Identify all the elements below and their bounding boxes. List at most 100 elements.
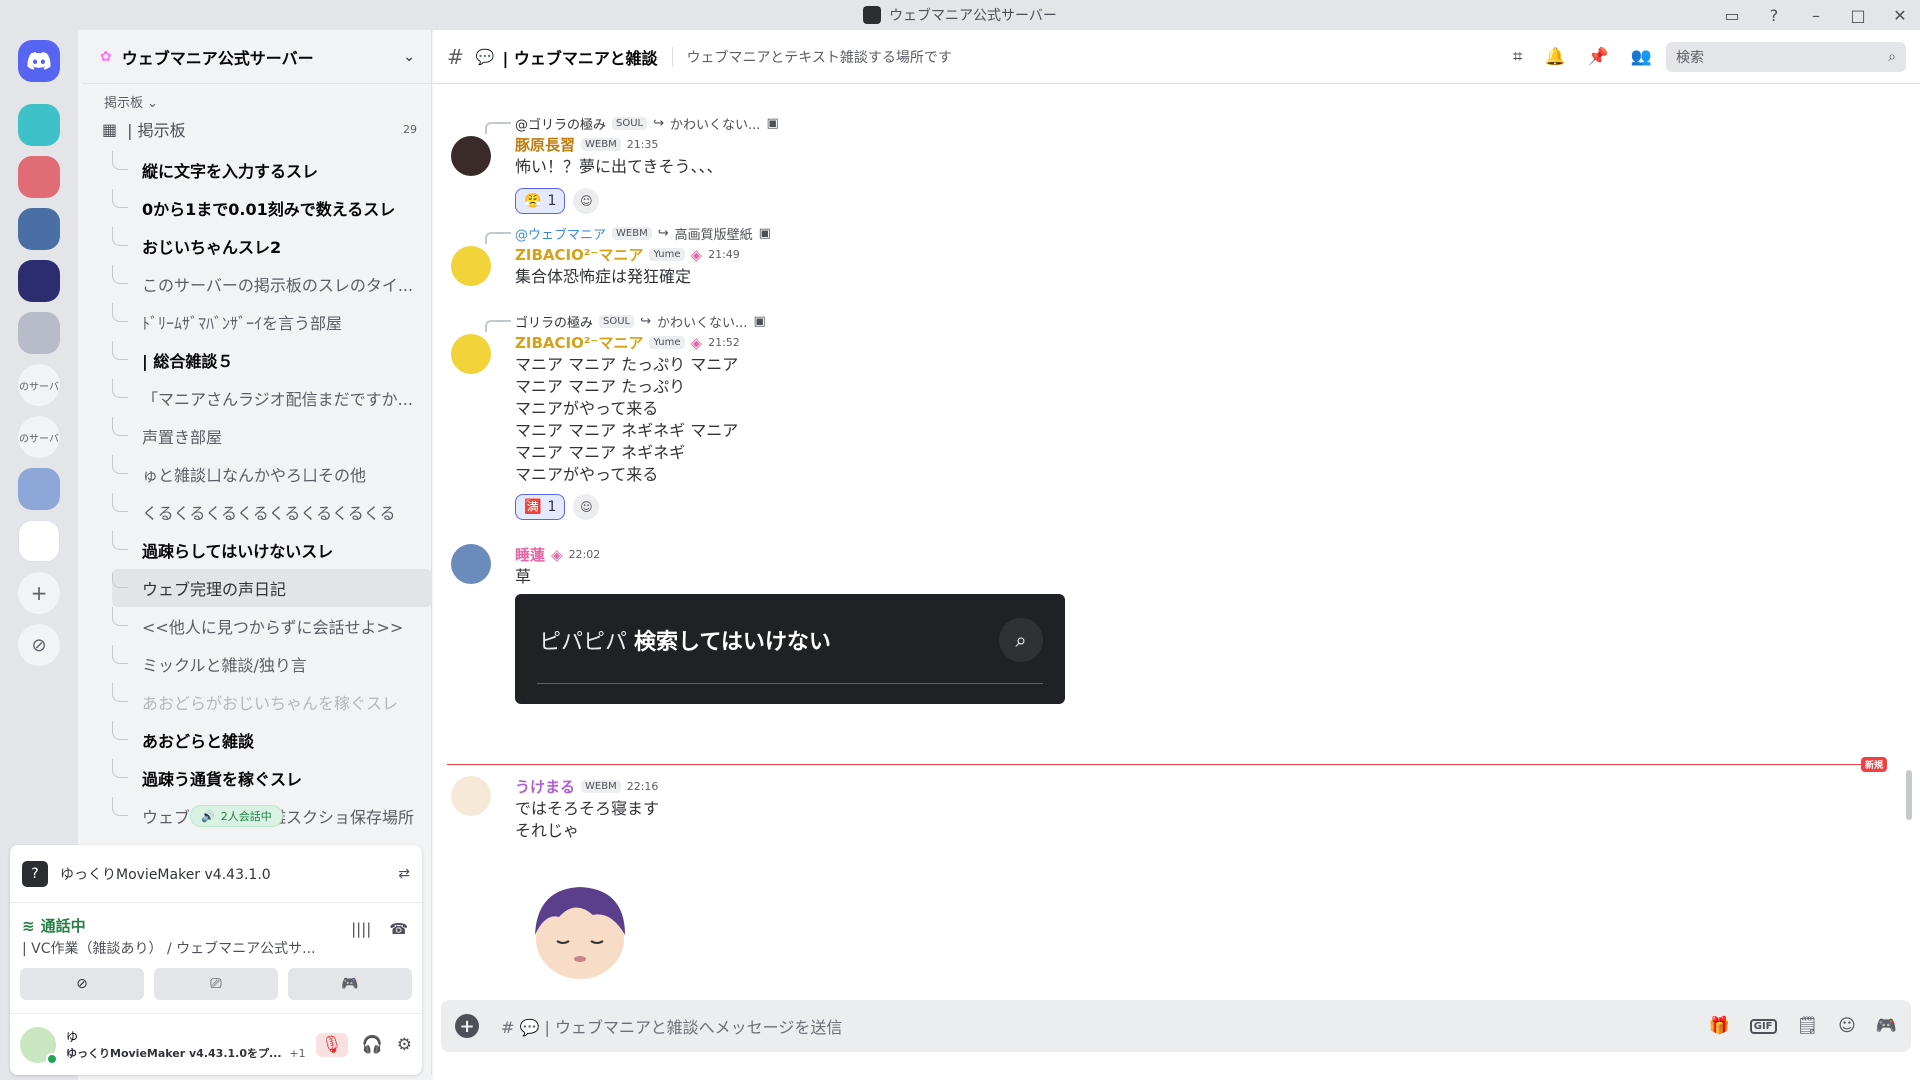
thread-item[interactable]: | 総合雑談５ bbox=[112, 341, 432, 379]
thread-item[interactable]: 縦に文字を入力するスレ bbox=[112, 151, 432, 189]
user-bar: ゆ ゆっくりMovieMaker v4.43.1.0をプ... +1 🎙 🎧 ⚙ bbox=[10, 1013, 422, 1075]
thread-label: 0から1まで0.01刻みで数えるスレ bbox=[142, 200, 396, 219]
avatar[interactable] bbox=[451, 544, 491, 584]
voice-activity-pill[interactable]: 🔊 2人会話中 bbox=[190, 805, 283, 827]
avatar[interactable] bbox=[451, 136, 491, 176]
thread-connector bbox=[112, 417, 128, 436]
author-name[interactable]: うけまる bbox=[515, 776, 575, 797]
pin-icon[interactable]: 📌 bbox=[1588, 47, 1609, 67]
screen-share-button[interactable]: ⎚ bbox=[154, 968, 278, 1000]
add-reaction-button[interactable]: ☺ bbox=[573, 494, 600, 520]
server-icon bbox=[863, 6, 882, 24]
headphones-icon[interactable]: 🎧 bbox=[362, 1035, 383, 1055]
voice-pill-text: 2人会話中 bbox=[220, 810, 272, 823]
inbox-icon[interactable]: ▭ bbox=[1722, 6, 1742, 25]
thread-item[interactable]: あおどらと雑談 bbox=[112, 721, 432, 759]
forum-breadcrumb[interactable]: 掲示板 ⌄ bbox=[82, 84, 431, 111]
threads-icon[interactable]: ⌗ bbox=[1513, 47, 1523, 67]
add-attachment-button[interactable]: + bbox=[455, 1014, 479, 1038]
thread-item[interactable]: 過疎らしてはいけないスレ bbox=[112, 531, 432, 569]
title-bar: ウェブマニア公式サーバー ▭ ? – □ ✕ bbox=[0, 0, 1920, 30]
reaction[interactable]: 😤 1 bbox=[515, 188, 566, 214]
reaction[interactable]: 🈵 1 bbox=[515, 494, 566, 520]
thread-item[interactable]: ゅと雑談ㄩなんかやろㄩその他 bbox=[112, 455, 432, 493]
thread-item[interactable]: おじいちゃんスレ2 bbox=[112, 227, 432, 265]
settings-gear-icon[interactable]: ⚙ bbox=[397, 1035, 412, 1055]
thread-item[interactable]: ウェブ完理の声日記 bbox=[112, 569, 432, 607]
author-name[interactable]: ZIBACIO²⁻マニア bbox=[515, 244, 643, 265]
thread-item[interactable]: ﾄﾞﾘｰﾑｻﾞﾏﾊﾞﾝｻﾞｰｲを言う部屋 bbox=[112, 303, 432, 341]
avatar[interactable] bbox=[20, 1026, 58, 1065]
voice-channel-name[interactable]: | VC作業（雑談あり） / ウェブマニア公式サ... bbox=[22, 938, 342, 958]
disconnect-icon[interactable]: ☎ bbox=[389, 920, 408, 938]
activity-button[interactable]: 🎮 bbox=[288, 968, 412, 1000]
help-icon[interactable]: ? bbox=[1764, 6, 1784, 25]
image-attachment[interactable]: ピパピパ 検索してはいけない ⌕ bbox=[515, 594, 1065, 704]
close-button[interactable]: ✕ bbox=[1890, 6, 1910, 25]
app-launcher-icon[interactable]: 🎮 bbox=[1876, 1016, 1897, 1036]
thread-item[interactable]: くるくるくるくるくるくるくるくる bbox=[112, 493, 432, 531]
thread-item[interactable]: 「マニアさんラジオ配信まだですか... bbox=[112, 379, 432, 417]
mic-muted-icon[interactable]: 🎙 bbox=[315, 1032, 348, 1057]
reply-preview[interactable]: ゴリラの極み SOUL ↪ かわいくない... ▣ bbox=[485, 312, 766, 332]
camera-off-button[interactable]: ⊘ bbox=[20, 968, 144, 1000]
thread-item[interactable]: <<他人に見つからずに会話せよ>> bbox=[112, 607, 432, 645]
avatar[interactable] bbox=[451, 246, 491, 286]
server-icon-1[interactable] bbox=[18, 104, 60, 146]
badge-icon: ◈ bbox=[690, 245, 703, 264]
reply-preview[interactable]: @ウェブマニア WEBM ↪ 高画質版壁紙 ▣ bbox=[485, 224, 771, 244]
message-input[interactable]: # 💬 | ウェブマニアと雑談へメッセージを送信 bbox=[501, 1014, 842, 1038]
add-reaction-button[interactable]: ☺ bbox=[573, 188, 600, 214]
minimize-button[interactable]: – bbox=[1806, 6, 1826, 25]
user-status: ゆっくりMovieMaker v4.43.1.0をプ... +1 bbox=[66, 1047, 306, 1060]
scrollbar[interactable] bbox=[1906, 770, 1912, 820]
thread-item[interactable]: このサーバーの掲示板のスレのタイ... bbox=[112, 265, 432, 303]
share-screen-icon[interactable]: ⇄ bbox=[398, 866, 410, 882]
guild-tag: Yume bbox=[649, 248, 685, 261]
gif-button[interactable]: GIF bbox=[1749, 1018, 1777, 1034]
members-icon[interactable]: 👥 bbox=[1631, 47, 1652, 67]
maximize-button[interactable]: □ bbox=[1848, 6, 1868, 25]
server-icon-5[interactable] bbox=[18, 312, 60, 354]
server-icon-7[interactable]: のサーバ bbox=[18, 416, 60, 458]
thread-item[interactable]: ミックルと雑談/独り言 bbox=[112, 645, 432, 683]
message-content: 怖い！？夢に出てきそう、、、 bbox=[515, 157, 723, 176]
reply-preview[interactable]: @ゴリラの極み SOUL ↪ かわいくない... ▣ bbox=[485, 114, 779, 134]
message-composer[interactable]: + # 💬 | ウェブマニアと雑談へメッセージを送信 🎁 GIF 🗒 ☺ 🎮 bbox=[441, 1000, 1911, 1052]
emoji-icon[interactable]: ☺ bbox=[1838, 1016, 1856, 1036]
search-input[interactable]: 検索 ⌕ bbox=[1666, 41, 1906, 72]
thread-item[interactable]: 声置き部屋 bbox=[112, 417, 432, 455]
chat-bubble-icon: 💬 bbox=[475, 47, 495, 66]
server-icon-8[interactable] bbox=[18, 468, 60, 510]
reaction-row: 😤 1 ☺ bbox=[515, 188, 600, 214]
sticker[interactable]: おやすみー bbox=[515, 848, 645, 988]
thread-item[interactable]: あおどらがおじいちゃんを稼ぐスレ bbox=[112, 683, 432, 721]
server-icon-3[interactable] bbox=[18, 208, 60, 250]
forum-channel[interactable]: ▦ | 掲示板 29 bbox=[82, 111, 431, 147]
discover-icon[interactable]: ⊘ bbox=[18, 624, 60, 666]
server-header[interactable]: ✿ ウェブマニア公式サーバー ⌄ bbox=[82, 30, 431, 84]
server-icon-4[interactable] bbox=[18, 260, 60, 302]
sticker-icon[interactable]: 🗒 bbox=[1797, 1016, 1819, 1036]
channel-topic[interactable]: ウェブマニアとテキスト雑談する場所です bbox=[687, 47, 952, 67]
add-server-button[interactable]: + bbox=[18, 572, 60, 614]
author-name[interactable]: 豚原長習 bbox=[515, 134, 575, 155]
server-icon-9[interactable] bbox=[18, 520, 60, 562]
author-name[interactable]: ZIBACIO²⁻マニア bbox=[515, 332, 643, 353]
server-icon-2[interactable] bbox=[18, 156, 60, 198]
noise-suppression-icon[interactable]: |||| bbox=[351, 920, 371, 938]
avatar[interactable] bbox=[451, 776, 491, 816]
home-button[interactable] bbox=[18, 40, 60, 82]
server-icon-6[interactable]: のサーバ bbox=[18, 364, 60, 406]
author-name[interactable]: 睡蓮 bbox=[515, 544, 545, 565]
bell-icon[interactable]: 🔔 bbox=[1544, 47, 1565, 67]
thread-connector bbox=[112, 531, 128, 550]
chevron-down-icon[interactable]: ⌄ bbox=[403, 49, 415, 65]
thread-item[interactable]: 0から1まで0.01刻みで数えるスレ bbox=[112, 189, 432, 227]
thread-label: ゅと雑談ㄩなんかやろㄩその他 bbox=[142, 466, 367, 485]
activity-row[interactable]: ? ゆっくりMovieMaker v4.43.1.0 ⇄ bbox=[10, 845, 422, 903]
message-content: ではそろそろ寝ます それじゃ bbox=[515, 799, 660, 840]
avatar[interactable] bbox=[451, 334, 491, 374]
gift-icon[interactable]: 🎁 bbox=[1709, 1016, 1730, 1036]
thread-item[interactable]: 過疎う通貨を稼ぐスレ bbox=[112, 759, 432, 797]
